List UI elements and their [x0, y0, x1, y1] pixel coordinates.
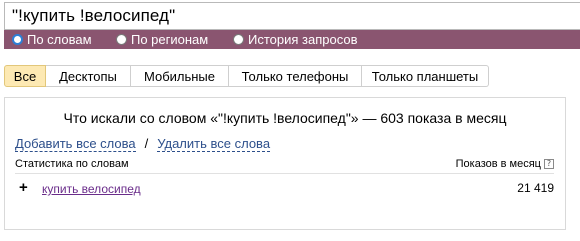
tab-all[interactable]: Все	[4, 65, 46, 87]
remove-all-words-link[interactable]: Удалить все слова	[157, 136, 271, 152]
separator: /	[144, 136, 149, 151]
word-link[interactable]: купить велосипед	[42, 182, 141, 196]
mode-by-regions-label: По регионам	[131, 32, 209, 47]
summary-heading: Что искали со словом «"!купить !велосипе…	[63, 110, 507, 126]
bulk-actions: Добавить все слова / Удалить все слова	[15, 136, 271, 152]
column-header-shows: Показов в месяц ?	[456, 158, 554, 170]
add-word-plus-icon[interactable]: +	[19, 180, 28, 196]
mode-history-label: История запросов	[248, 32, 358, 47]
tab-desktops[interactable]: Десктопы	[46, 65, 131, 87]
tab-tablets-only[interactable]: Только планшеты	[362, 65, 489, 87]
column-header-words: Статистика по словам	[15, 158, 129, 170]
search-query-text: "!купить !велосипед"	[12, 6, 176, 25]
mode-history[interactable]: История запросов	[233, 32, 358, 47]
radio-unchecked-icon[interactable]	[116, 34, 127, 45]
tab-phones-only[interactable]: Только телефоны	[229, 65, 362, 87]
table-row: + купить велосипед 21 419	[15, 180, 554, 198]
column-header-shows-label: Показов в месяц	[455, 158, 541, 170]
mode-by-words-label: По словам	[27, 32, 92, 47]
help-icon[interactable]: ?	[544, 159, 554, 169]
table-header: Статистика по словам Показов в месяц ?	[15, 158, 554, 174]
device-tabs: Все Десктопы Мобильные Только телефоны Т…	[4, 65, 489, 87]
word-count: 21 419	[517, 181, 554, 195]
mode-by-regions[interactable]: По регионам	[116, 32, 208, 47]
radio-checked-icon[interactable]	[12, 34, 23, 45]
search-query-input[interactable]: "!купить !велосипед"	[4, 2, 580, 30]
mode-by-words[interactable]: По словам	[12, 32, 92, 47]
radio-unchecked-icon[interactable]	[233, 34, 244, 45]
search-mode-bar: По словам По регионам История запросов	[4, 30, 580, 49]
word-stats-panel: Что искали со словом «"!купить !велосипе…	[4, 97, 566, 230]
tab-mobile[interactable]: Мобильные	[131, 65, 229, 87]
add-all-words-link[interactable]: Добавить все слова	[15, 136, 136, 152]
